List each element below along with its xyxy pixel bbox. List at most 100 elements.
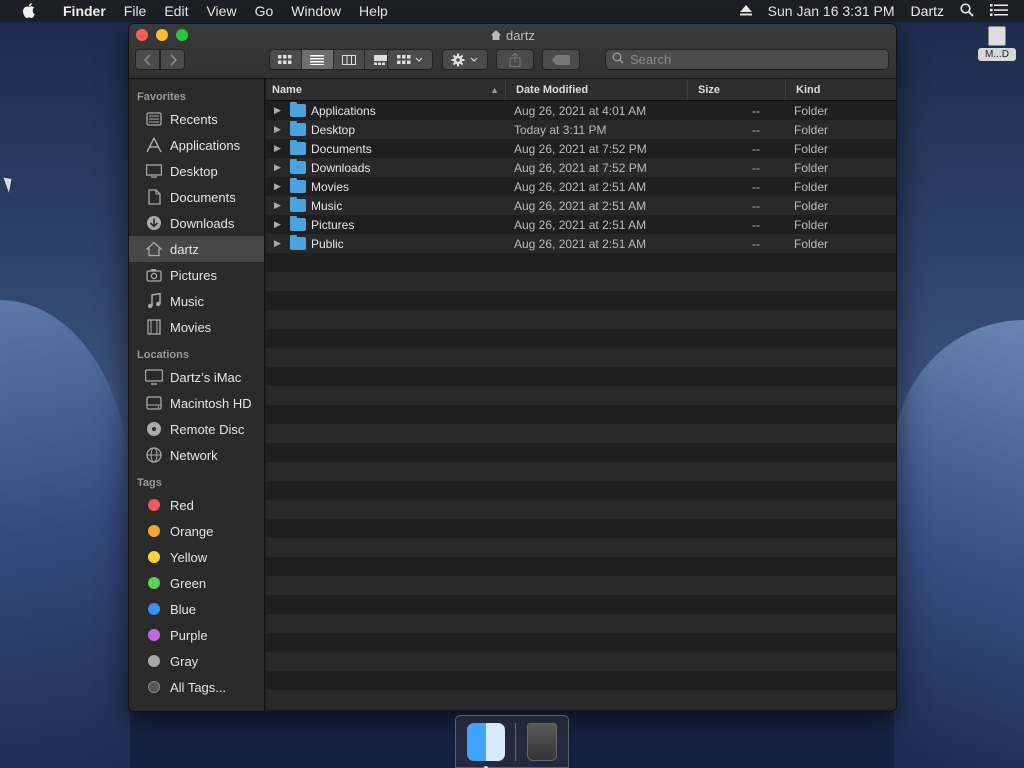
column-header-date[interactable]: Date Modified (506, 79, 688, 100)
row-date: Aug 26, 2021 at 2:51 AM (514, 198, 647, 213)
sidebar-tag-gray[interactable]: Gray (129, 648, 264, 674)
trash-dock-icon[interactable] (526, 722, 557, 761)
list-view-button[interactable] (301, 50, 334, 69)
sidebar-item-movies[interactable]: Movies (129, 314, 264, 340)
sidebar-item-desktop[interactable]: Desktop (129, 158, 264, 184)
finder-dock-icon[interactable] (467, 722, 506, 768)
share-button[interactable] (496, 49, 534, 70)
sidebar-item-recents[interactable]: Recents (129, 106, 264, 132)
menu-help[interactable]: Help (350, 0, 397, 22)
sidebar-tag-yellow[interactable]: Yellow (129, 544, 264, 570)
sidebar-item-label: Downloads (170, 215, 235, 231)
column-header-kind[interactable]: Kind (786, 79, 896, 100)
column-view-button[interactable] (334, 50, 366, 69)
icon-view-button[interactable] (270, 50, 302, 69)
sidebar-item-music[interactable]: Music (129, 288, 264, 314)
sidebar-tag-blue[interactable]: Blue (129, 596, 264, 622)
sidebar-tag-red[interactable]: Red (129, 492, 264, 518)
apple-menu-icon[interactable] (20, 0, 40, 22)
disclosure-triangle-icon[interactable]: ▶ (274, 105, 284, 116)
tag-color-dot (148, 655, 160, 667)
sidebar-item-pictures[interactable]: Pictures (129, 262, 264, 288)
file-list: Name ▲ Date Modified Size Kind ▶ Applicat… (266, 79, 896, 711)
dock (455, 715, 569, 768)
row-size: -- (752, 103, 760, 118)
sidebar-item-network[interactable]: Network (129, 442, 264, 468)
file-rows: ▶ Applications Aug 26, 2021 at 4:01 AM -- Fo… (266, 101, 896, 709)
sidebar-tag-orange[interactable]: Orange (129, 518, 264, 544)
empty-row (266, 253, 896, 272)
table-row[interactable]: ▶ Music Aug 26, 2021 at 2:51 AM -- Folder (266, 196, 896, 215)
menu-app-name[interactable]: Finder (54, 0, 115, 22)
search-input[interactable] (630, 52, 870, 67)
menu-edit[interactable]: Edit (155, 0, 197, 22)
tag-color-dot (148, 499, 160, 511)
sidebar-item-dartz[interactable]: dartz (129, 236, 264, 262)
menu-bar: Finder File Edit View Go Window Help Sun… (0, 0, 1024, 22)
sidebar-item-label: Blue (170, 601, 197, 617)
sidebar-tag-purple[interactable]: Purple (129, 622, 264, 648)
group-by-button[interactable] (387, 49, 433, 70)
disclosure-triangle-icon[interactable]: ▶ (274, 162, 284, 173)
row-name: Documents (311, 141, 372, 156)
table-row[interactable]: ▶ Movies Aug 26, 2021 at 2:51 AM -- Folder (266, 177, 896, 196)
sidebar-section-favorites: Favorites (137, 91, 186, 103)
sidebar-item-remote-disc[interactable]: Remote Disc (129, 416, 264, 442)
table-row[interactable]: ▶ Documents Aug 26, 2021 at 7:52 PM -- Folde… (266, 139, 896, 158)
disclosure-triangle-icon[interactable]: ▶ (274, 124, 284, 135)
menu-view[interactable]: View (197, 0, 245, 22)
tags-button[interactable] (542, 49, 580, 70)
empty-row (266, 291, 896, 310)
sidebar-item-applications[interactable]: Applications (129, 132, 264, 158)
action-gear-button[interactable] (442, 49, 488, 70)
forward-button[interactable] (160, 49, 185, 70)
sidebar-item-downloads[interactable]: Downloads (129, 210, 264, 236)
desktop-disk-icon[interactable]: M...D (978, 26, 1016, 61)
search-field[interactable] (605, 49, 889, 70)
empty-row (266, 576, 896, 595)
table-row[interactable]: ▶ Desktop Today at 3:11 PM -- Folder (266, 120, 896, 139)
table-row[interactable]: ▶ Applications Aug 26, 2021 at 4:01 AM -- Fo… (266, 101, 896, 120)
menu-window[interactable]: Window (282, 0, 350, 22)
empty-row (266, 519, 896, 538)
empty-row (266, 272, 896, 291)
disclosure-triangle-icon[interactable]: ▶ (274, 200, 284, 211)
user-menu[interactable]: Dartz (911, 3, 944, 19)
window-titlebar[interactable]: dartz (129, 24, 896, 79)
column-header-size[interactable]: Size (688, 79, 786, 100)
empty-row (266, 348, 896, 367)
menu-file[interactable]: File (115, 0, 156, 22)
sidebar-item-dartz-s-imac[interactable]: Dartz’s iMac (129, 364, 264, 390)
table-row[interactable]: ▶ Public Aug 26, 2021 at 2:51 AM -- Folder (266, 234, 896, 253)
sidebar-tag-all-tags[interactable]: All Tags... (129, 674, 264, 700)
disclosure-triangle-icon[interactable]: ▶ (274, 181, 284, 192)
pictures-icon (145, 266, 163, 284)
column-header-name[interactable]: Name ▲ (266, 79, 506, 100)
sidebar-item-macintosh-hd[interactable]: Macintosh HD (129, 390, 264, 416)
disclosure-triangle-icon[interactable]: ▶ (274, 219, 284, 230)
spotlight-search-icon[interactable] (960, 2, 974, 20)
home-icon (145, 240, 163, 258)
eject-icon[interactable] (739, 3, 752, 19)
notification-center-icon[interactable] (990, 3, 1008, 20)
sidebar-item-label: Dartz’s iMac (170, 369, 242, 385)
table-row[interactable]: ▶ Downloads Aug 26, 2021 at 7:52 PM -- Folde… (266, 158, 896, 177)
row-name: Music (311, 198, 343, 213)
empty-row (266, 595, 896, 614)
back-button[interactable] (135, 49, 160, 70)
empty-row (266, 424, 896, 443)
row-name: Desktop (311, 122, 356, 137)
sidebar-item-label: Music (170, 293, 204, 309)
clock-text[interactable]: Sun Jan 16 3:31 PM (768, 3, 895, 19)
empty-row (266, 500, 896, 519)
disclosure-triangle-icon[interactable]: ▶ (274, 238, 284, 249)
disclosure-triangle-icon[interactable]: ▶ (274, 143, 284, 154)
sidebar-item-documents[interactable]: Documents (129, 184, 264, 210)
empty-row (266, 405, 896, 424)
imac-icon (145, 368, 163, 386)
table-row[interactable]: ▶ Pictures Aug 26, 2021 at 2:51 AM -- Folder (266, 215, 896, 234)
sidebar-tag-green[interactable]: Green (129, 570, 264, 596)
menu-go[interactable]: Go (246, 0, 283, 22)
tag-dot-icon (145, 600, 163, 618)
folder-icon (290, 178, 306, 193)
